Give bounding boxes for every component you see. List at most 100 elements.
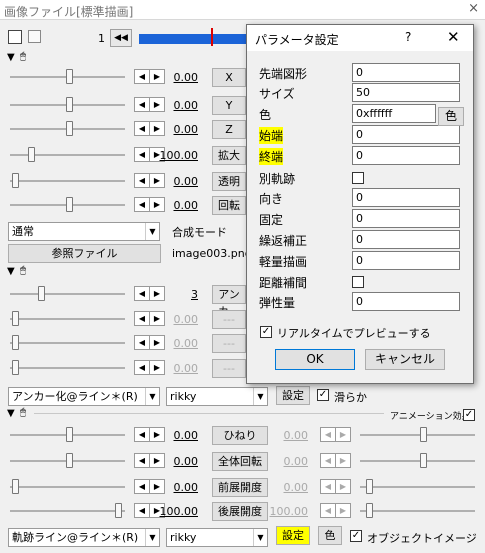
trail-value[interactable]: 0.00 — [158, 429, 199, 442]
section-collapse-icon[interactable]: ▼ — [7, 266, 15, 277]
anchor-script-select[interactable]: アンカー化@ライン＊(R) ▼ — [8, 387, 160, 406]
decrement-arrow-icon[interactable]: ◀ — [134, 69, 150, 84]
trail-value[interactable]: 0.00 — [158, 455, 199, 468]
decrement-arrow-icon[interactable]: ◀ — [134, 427, 150, 442]
anchor-author-select[interactable]: rikky ▼ — [166, 387, 268, 406]
slider-track[interactable] — [10, 510, 125, 512]
param-value[interactable]: 0.00 — [158, 175, 199, 188]
close-icon[interactable]: ✕ — [447, 28, 460, 46]
decrement-arrow-icon[interactable]: ◀ — [134, 479, 150, 494]
anchor-value[interactable]: 3 — [158, 288, 198, 301]
section-collapse-icon[interactable]: ▼ — [7, 52, 15, 63]
param-input[interactable]: 0 — [352, 146, 460, 165]
slider-thumb[interactable] — [366, 479, 373, 494]
reference-file-button[interactable]: 参照ファイル — [8, 244, 161, 263]
param-input[interactable]: 0 — [352, 251, 460, 270]
anchor-button[interactable]: --- — [212, 359, 246, 378]
trail-button[interactable]: 後展開度 — [212, 502, 268, 521]
decrement-arrow-icon[interactable]: ◀ — [134, 311, 150, 326]
slider-thumb[interactable] — [66, 121, 73, 136]
param-button[interactable]: 透明 — [212, 172, 246, 191]
decrement-arrow-icon[interactable]: ◀ — [134, 360, 150, 375]
trail-value[interactable]: 100.00 — [158, 505, 199, 518]
trail-end-value[interactable]: 0.00 — [268, 481, 309, 494]
decrement-arrow-icon[interactable]: ◀ — [320, 479, 336, 494]
param-checkbox[interactable] — [352, 172, 364, 184]
decrement-arrow-icon[interactable]: ◀ — [320, 427, 336, 442]
close-icon[interactable]: × — [468, 1, 479, 16]
anchor-value[interactable]: 0.00 — [158, 362, 199, 375]
increment-arrow-icon[interactable]: ▶ — [335, 453, 351, 468]
blend-mode-select[interactable]: 通常 ▼ — [8, 222, 160, 241]
slider-thumb[interactable] — [28, 147, 35, 162]
slider-thumb[interactable] — [115, 503, 122, 518]
slider-thumb[interactable] — [12, 311, 19, 326]
timeline-cursor[interactable] — [211, 28, 213, 46]
param-input[interactable]: 0 — [352, 230, 460, 249]
section-collapse-icon[interactable]: ▼ — [7, 408, 15, 419]
ok-button[interactable]: OK — [275, 349, 355, 370]
slider-track[interactable] — [360, 434, 475, 436]
slider-thumb[interactable] — [66, 453, 73, 468]
param-input[interactable]: 0 — [352, 209, 460, 228]
help-icon[interactable]: ? — [405, 30, 411, 44]
slider-track[interactable] — [10, 367, 125, 369]
realtime-preview-checkbox[interactable]: ✓ — [260, 326, 272, 338]
param-value[interactable]: 0.00 — [158, 123, 199, 136]
param-value[interactable]: 0.00 — [158, 199, 199, 212]
anchor-value[interactable]: 0.00 — [158, 313, 199, 326]
slider-thumb[interactable] — [66, 427, 73, 442]
param-value[interactable]: 100.00 — [158, 149, 199, 162]
decrement-arrow-icon[interactable]: ◀ — [134, 121, 150, 136]
slider-track[interactable] — [10, 318, 125, 320]
anchor-settings-button[interactable]: 設定 — [276, 386, 310, 405]
timeline-bar[interactable] — [139, 34, 249, 44]
param-button[interactable]: 回転 — [212, 196, 246, 215]
param-button[interactable]: 拡大 — [212, 146, 246, 165]
trail-author-select[interactable]: rikky ▼ — [166, 528, 268, 547]
increment-arrow-icon[interactable]: ▶ — [335, 503, 351, 518]
param-input[interactable]: 0 — [352, 63, 460, 82]
param-button[interactable]: Y — [212, 96, 246, 115]
slider-track[interactable] — [10, 342, 125, 344]
slider-track[interactable] — [360, 510, 475, 512]
trail-end-value[interactable]: 0.00 — [268, 455, 309, 468]
slider-thumb[interactable] — [12, 173, 19, 188]
decrement-arrow-icon[interactable]: ◀ — [134, 503, 150, 518]
decrement-arrow-icon[interactable]: ◀ — [134, 335, 150, 350]
trail-button[interactable]: 全体回転 — [212, 452, 268, 471]
object-image-checkbox[interactable]: ✓ — [350, 530, 362, 542]
anchor-button[interactable]: アンカー — [212, 285, 246, 318]
param-checkbox[interactable] — [352, 276, 364, 288]
decrement-arrow-icon[interactable]: ◀ — [134, 286, 150, 301]
anchor-button[interactable]: --- — [212, 334, 246, 353]
param-value[interactable]: 0.00 — [158, 71, 199, 84]
slider-thumb[interactable] — [420, 427, 427, 442]
trail-button[interactable]: ひねり — [212, 426, 268, 445]
trail-button[interactable]: 前展開度 — [212, 478, 268, 497]
param-input[interactable]: 0xffffff — [352, 104, 436, 123]
increment-arrow-icon[interactable]: ▶ — [335, 479, 351, 494]
color-button[interactable]: 色 — [318, 526, 342, 545]
param-value[interactable]: 0.00 — [158, 99, 199, 112]
smooth-checkbox[interactable]: ✓ — [317, 389, 329, 401]
trail-end-value[interactable]: 100.00 — [268, 505, 309, 518]
anchor-value[interactable]: 0.00 — [158, 337, 199, 350]
window-icon[interactable] — [28, 30, 41, 43]
animation-effect-checkbox[interactable]: ✓ — [463, 409, 475, 421]
decrement-arrow-icon[interactable]: ◀ — [320, 503, 336, 518]
trail-end-value[interactable]: 0.00 — [268, 429, 309, 442]
slider-thumb[interactable] — [420, 453, 427, 468]
slider-track[interactable] — [10, 293, 125, 295]
dialog-color-button[interactable]: 色 — [438, 107, 464, 126]
trail-script-select[interactable]: 軌跡ライン@ライン＊(R) ▼ — [8, 528, 160, 547]
param-button[interactable]: X — [212, 68, 246, 87]
decrement-arrow-icon[interactable]: ◀ — [134, 97, 150, 112]
slider-track[interactable] — [360, 486, 475, 488]
anchor-button[interactable]: --- — [212, 310, 246, 329]
camera-icon[interactable] — [8, 30, 22, 44]
param-button[interactable]: Z — [212, 120, 246, 139]
slider-thumb[interactable] — [66, 69, 73, 84]
decrement-arrow-icon[interactable]: ◀ — [134, 197, 150, 212]
cancel-button[interactable]: キャンセル — [365, 349, 445, 370]
